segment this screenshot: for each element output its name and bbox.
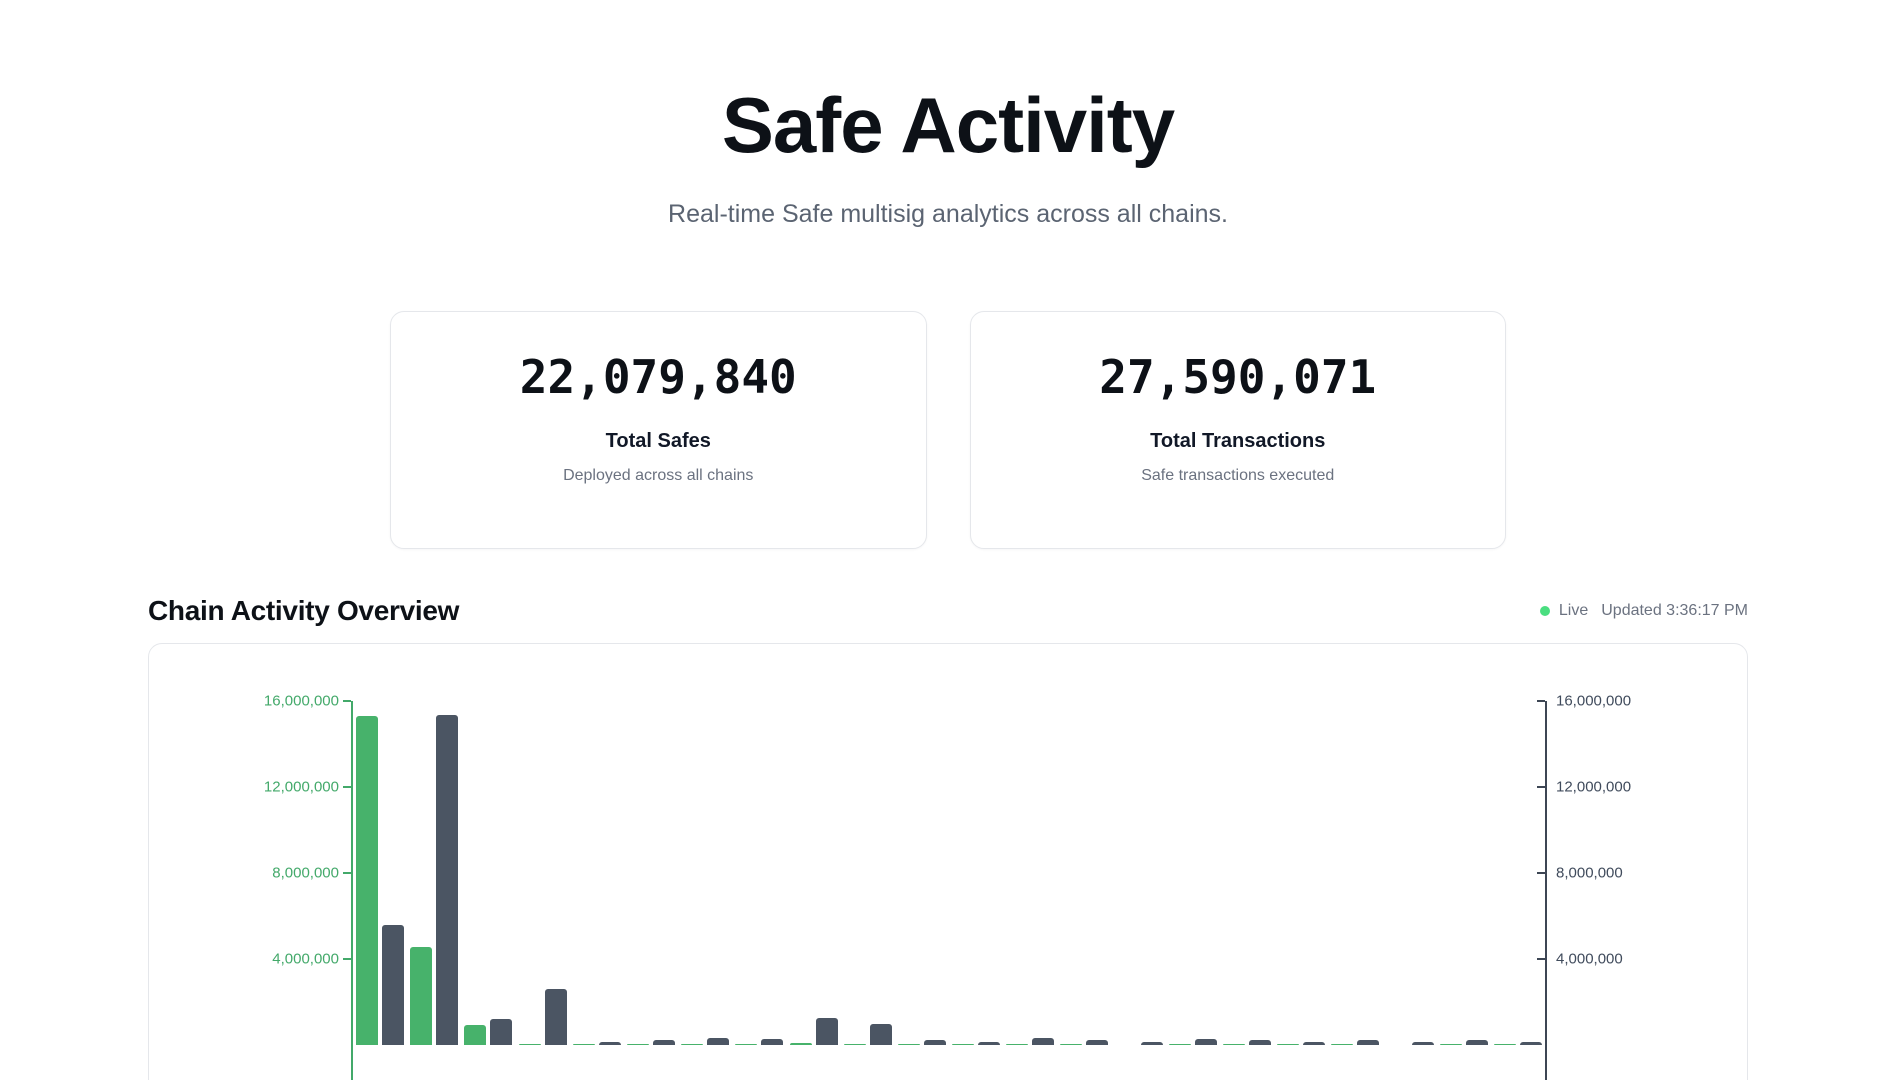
y-axis-right-tick-label: 12,000,000: [1556, 780, 1631, 795]
total-safes-value: 22,079,840: [391, 354, 926, 400]
bar-transactions[interactable]: [382, 925, 404, 1045]
live-status: Live Updated 3:36:17 PM: [1540, 602, 1748, 620]
y-axis-right-tick: [1537, 786, 1545, 788]
live-indicator-dot-icon: [1540, 606, 1550, 616]
y-axis-right-tick: [1537, 700, 1545, 702]
bar-safes[interactable]: [464, 1025, 486, 1045]
bar-transactions[interactable]: [761, 1039, 783, 1045]
bar-safes[interactable]: [952, 1044, 974, 1045]
page-subtitle: Real-time Safe multisig analytics across…: [0, 200, 1896, 229]
bar-transactions[interactable]: [653, 1040, 675, 1045]
bar-transactions[interactable]: [1412, 1042, 1434, 1045]
y-axis-right: [1545, 701, 1547, 1080]
bar-safes[interactable]: [1331, 1044, 1353, 1045]
total-safes-description: Deployed across all chains: [391, 467, 926, 485]
bar-safes[interactable]: [1277, 1044, 1299, 1045]
bar-transactions[interactable]: [978, 1042, 1000, 1045]
stats-row: 22,079,840 Total Safes Deployed across a…: [390, 311, 1506, 549]
bar-transactions[interactable]: [599, 1042, 621, 1045]
bar-safes[interactable]: [735, 1044, 757, 1045]
bar-transactions[interactable]: [1357, 1040, 1379, 1045]
bar-safes[interactable]: [790, 1043, 812, 1045]
stat-card-total-transactions: 27,590,071 Total Transactions Safe trans…: [970, 311, 1507, 549]
section-title: Chain Activity Overview: [148, 595, 459, 627]
bar-safes[interactable]: [844, 1044, 866, 1045]
last-updated-timestamp: Updated 3:36:17 PM: [1601, 602, 1748, 620]
bar-safes[interactable]: [1006, 1044, 1028, 1045]
bar-transactions[interactable]: [545, 989, 567, 1045]
bar-safes[interactable]: [356, 716, 378, 1045]
bar-transactions[interactable]: [1086, 1040, 1108, 1045]
bar-transactions[interactable]: [1141, 1042, 1163, 1045]
chain-activity-section-header: Chain Activity Overview Live Updated 3:3…: [148, 595, 1748, 627]
y-axis-left-tick: [343, 958, 351, 960]
page-title: Safe Activity: [0, 86, 1896, 164]
total-safes-label: Total Safes: [391, 430, 926, 453]
bar-safes[interactable]: [410, 947, 432, 1045]
bar-transactions[interactable]: [707, 1038, 729, 1045]
bar-transactions[interactable]: [1195, 1039, 1217, 1045]
chain-activity-chart: 16,000,000 16,000,000 12,000,000 12,000,000…: [148, 643, 1748, 1080]
bar-transactions[interactable]: [436, 715, 458, 1045]
bar-transactions[interactable]: [870, 1024, 892, 1045]
bar-safes[interactable]: [681, 1044, 703, 1045]
stat-card-total-safes: 22,079,840 Total Safes Deployed across a…: [390, 311, 927, 549]
bar-transactions[interactable]: [1303, 1042, 1325, 1045]
y-axis-left-tick: [343, 700, 351, 702]
y-axis-left-tick: [343, 872, 351, 874]
total-transactions-value: 27,590,071: [971, 354, 1506, 400]
bar-transactions[interactable]: [490, 1019, 512, 1045]
bar-safes[interactable]: [1223, 1044, 1245, 1045]
y-axis-left-tick-label: 4,000,000: [149, 952, 339, 967]
bar-transactions[interactable]: [1249, 1040, 1271, 1045]
page-header: Safe Activity Real-time Safe multisig an…: [0, 0, 1896, 229]
bar-safes[interactable]: [1169, 1044, 1191, 1045]
bar-safes[interactable]: [573, 1044, 595, 1045]
y-axis-right-tick-label: 8,000,000: [1556, 866, 1623, 881]
bar-safes[interactable]: [1440, 1044, 1462, 1045]
bar-safes[interactable]: [519, 1044, 541, 1045]
y-axis-left-tick-label: 12,000,000: [149, 780, 339, 795]
bar-transactions[interactable]: [1520, 1042, 1542, 1045]
bar-transactions[interactable]: [1466, 1040, 1488, 1045]
bar-safes[interactable]: [898, 1044, 920, 1045]
total-transactions-label: Total Transactions: [971, 430, 1506, 453]
y-axis-left-tick: [343, 786, 351, 788]
live-status-label: Live: [1559, 602, 1588, 620]
total-transactions-description: Safe transactions executed: [971, 467, 1506, 485]
y-axis-right-tick-label: 4,000,000: [1556, 952, 1623, 967]
bar-transactions[interactable]: [816, 1018, 838, 1045]
y-axis-left-tick-label: 8,000,000: [149, 866, 339, 881]
bar-safes[interactable]: [627, 1044, 649, 1045]
y-axis-left: [351, 701, 353, 1080]
y-axis-right-tick-label: 16,000,000: [1556, 694, 1631, 709]
bar-safes[interactable]: [1060, 1044, 1082, 1045]
y-axis-left-tick-label: 16,000,000: [149, 694, 339, 709]
bar-transactions[interactable]: [1032, 1038, 1054, 1045]
y-axis-right-tick: [1537, 872, 1545, 874]
y-axis-right-tick: [1537, 958, 1545, 960]
bar-transactions[interactable]: [924, 1040, 946, 1045]
bar-safes[interactable]: [1494, 1044, 1516, 1045]
